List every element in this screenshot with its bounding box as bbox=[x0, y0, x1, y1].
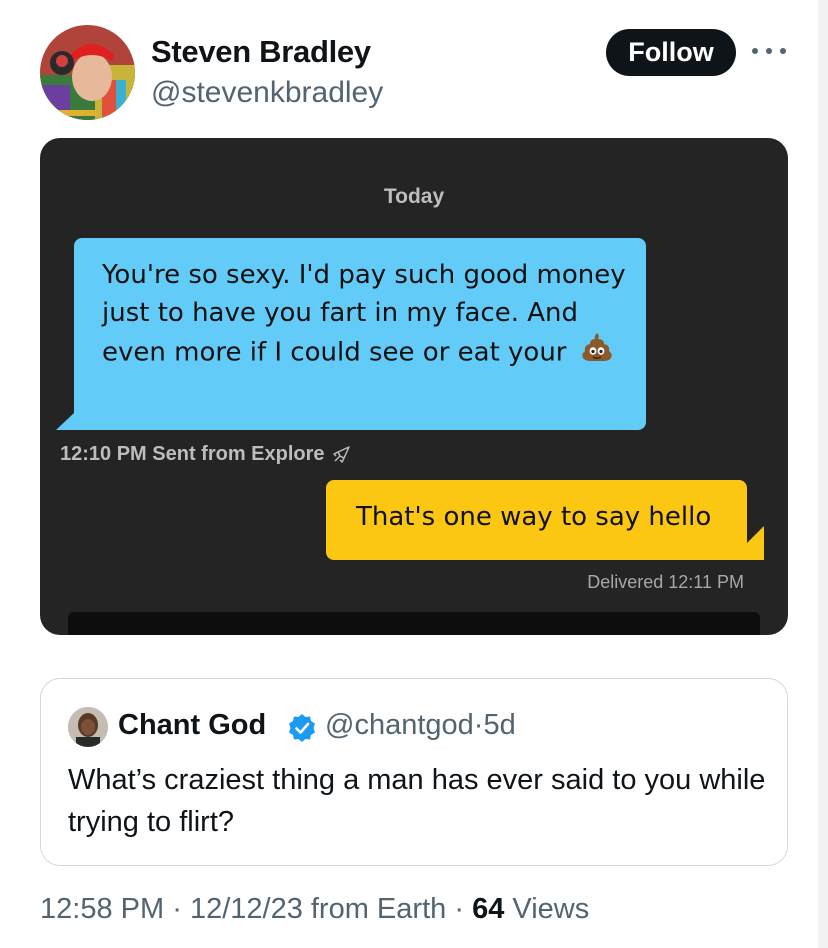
verified-badge-icon bbox=[289, 714, 315, 742]
quoted-author-avatar[interactable] bbox=[68, 707, 108, 747]
follow-button[interactable]: Follow bbox=[606, 29, 736, 76]
right-scroll-rail bbox=[818, 0, 828, 948]
tweet-time[interactable]: 12:58 PM bbox=[40, 893, 164, 925]
dot bbox=[752, 48, 758, 54]
incoming-message: You're so sexy. I'd pay such good money … bbox=[102, 257, 632, 374]
author-name[interactable]: Steven Bradley bbox=[151, 34, 371, 70]
pile-of-poo-icon bbox=[581, 332, 613, 374]
separator: · bbox=[473, 709, 484, 741]
more-options-icon[interactable] bbox=[752, 42, 786, 60]
incoming-message-meta: 12:10 PM Sent from Explore bbox=[60, 443, 351, 466]
quoted-author-handle[interactable]: @chantgod bbox=[325, 709, 474, 741]
chat-day-label: Today bbox=[383, 185, 445, 208]
separator: · bbox=[454, 893, 464, 925]
author-avatar[interactable] bbox=[40, 25, 135, 120]
tweet-date-location[interactable]: 12/12/23 from Earth bbox=[190, 893, 446, 925]
outgoing-bubble-tail bbox=[730, 526, 764, 560]
tweet-meta: 12:58 PM · 12/12/23 from Earth · 64 View… bbox=[40, 893, 589, 926]
quoted-tweet[interactable]: Chant God @chantgod·5d What’s craziest t… bbox=[40, 678, 788, 866]
outgoing-message-meta: Delivered 12:11 PM bbox=[587, 572, 744, 592]
incoming-meta-text: 12:10 PM Sent from Explore bbox=[60, 443, 325, 465]
dot bbox=[780, 48, 786, 54]
author-handle[interactable]: @stevenkbradley bbox=[151, 76, 383, 110]
quoted-author-handle-and-age: @chantgod·5d bbox=[325, 709, 516, 742]
quoted-author-name[interactable]: Chant God bbox=[118, 709, 266, 742]
quoted-tweet-text: What’s craziest thing a man has ever sai… bbox=[68, 764, 766, 838]
chat-input-bar bbox=[68, 612, 760, 635]
separator: · bbox=[172, 893, 182, 925]
views-label: Views bbox=[512, 893, 590, 925]
rocket-icon bbox=[332, 445, 350, 463]
views-count: 64 bbox=[472, 893, 505, 925]
chat-screenshot[interactable]: Today You're so sexy. I'd pay such good … bbox=[40, 138, 788, 635]
quoted-tweet-age[interactable]: 5d bbox=[483, 709, 515, 741]
dot bbox=[766, 48, 772, 54]
outgoing-message-text: That's one way to say hello bbox=[356, 502, 712, 532]
incoming-message-text: You're so sexy. I'd pay such good money … bbox=[102, 260, 626, 368]
